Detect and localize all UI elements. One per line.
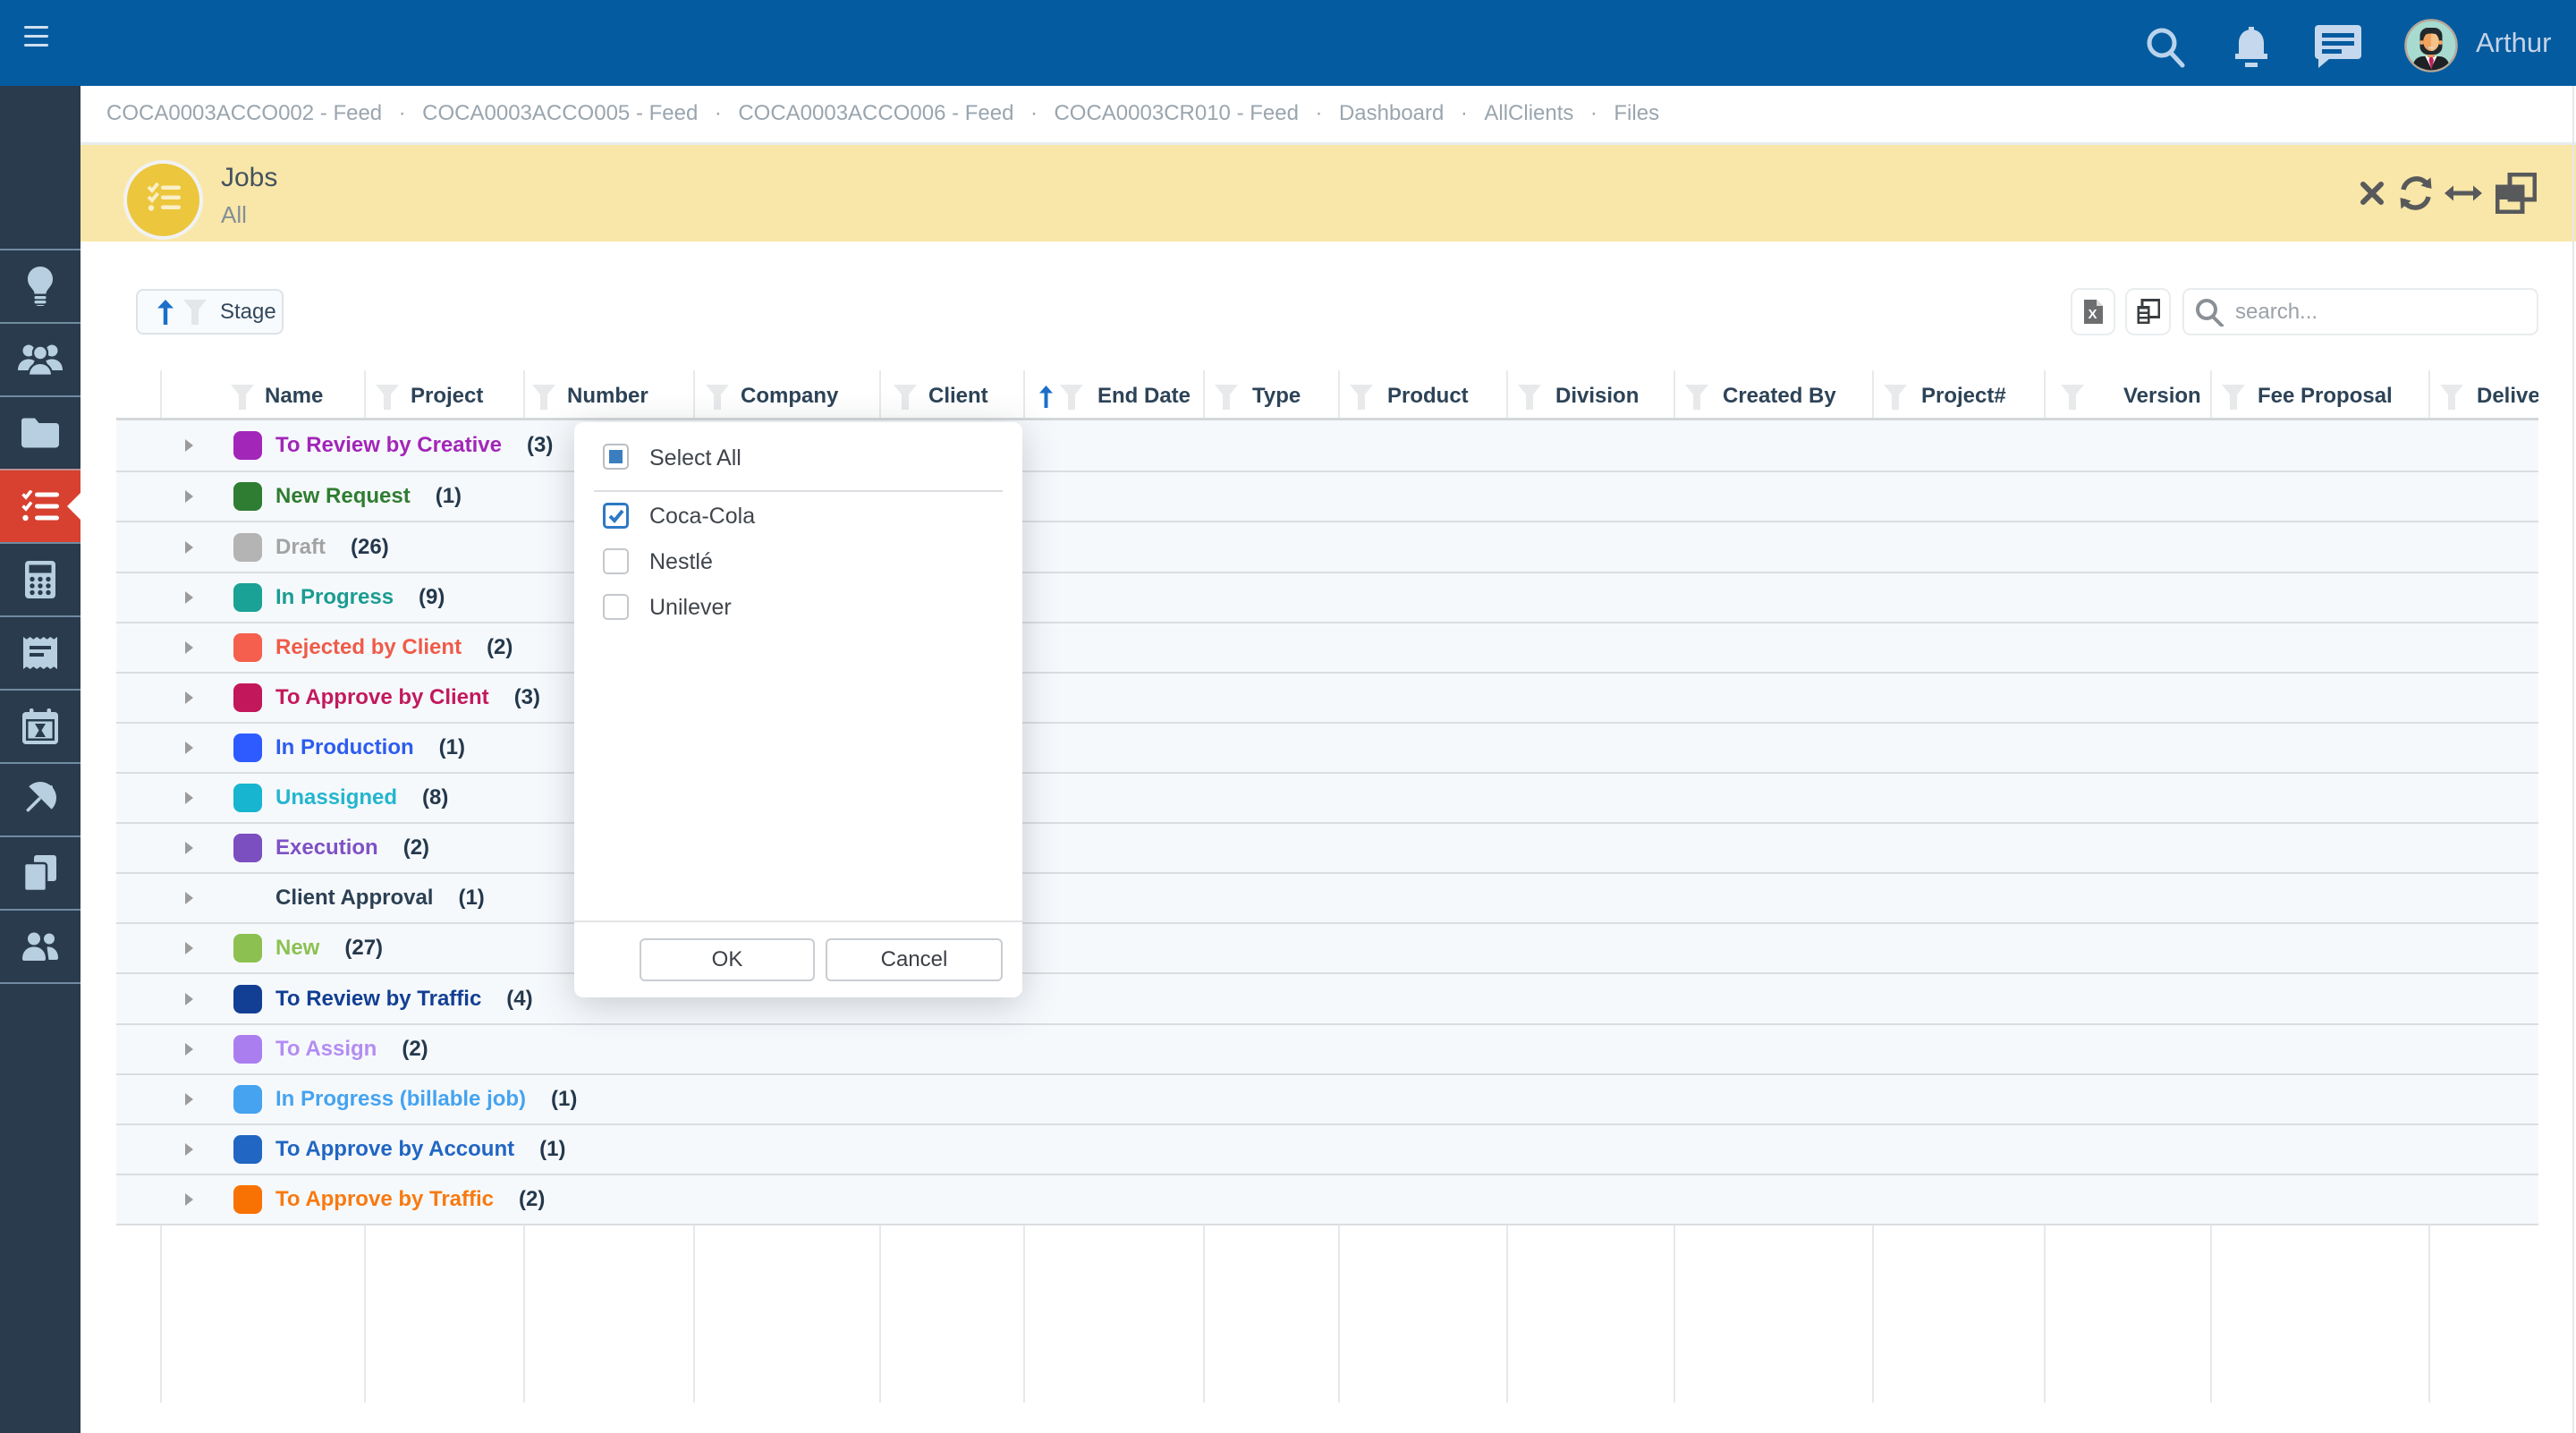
svg-text:X: X <box>2088 307 2097 322</box>
